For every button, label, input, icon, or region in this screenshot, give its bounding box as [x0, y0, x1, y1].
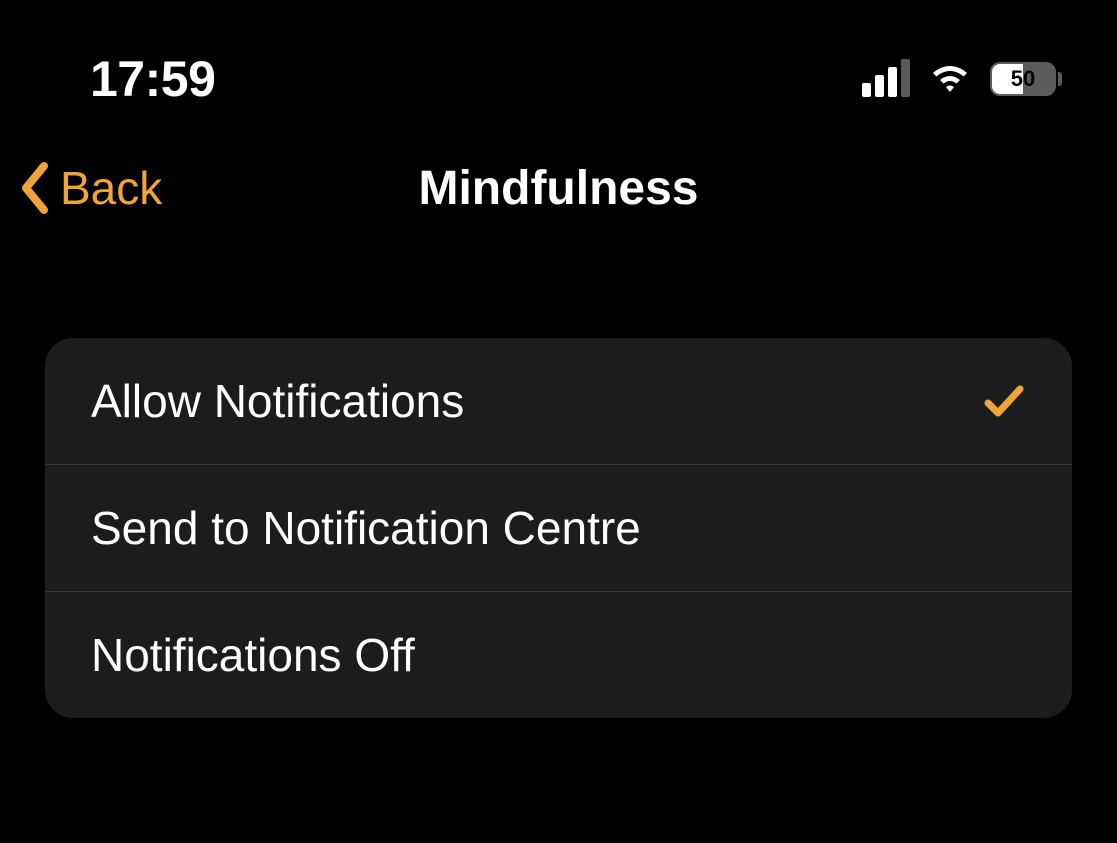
- option-notifications-off[interactable]: Notifications Off: [45, 592, 1072, 718]
- nav-bar: Back Mindfulness: [0, 148, 1117, 258]
- back-label: Back: [60, 161, 162, 215]
- page-title: Mindfulness: [0, 161, 1117, 216]
- notification-options-list: Allow Notifications Send to Notification…: [45, 338, 1072, 718]
- wifi-icon: [928, 62, 972, 96]
- option-label: Allow Notifications: [91, 374, 464, 428]
- checkmark-icon: [982, 379, 1026, 423]
- option-label: Send to Notification Centre: [91, 501, 641, 555]
- status-bar: 17:59 50: [0, 0, 1117, 148]
- battery-icon: 50: [990, 62, 1062, 96]
- option-allow-notifications[interactable]: Allow Notifications: [45, 338, 1072, 465]
- option-label: Notifications Off: [91, 628, 415, 682]
- battery-percent-text: 50: [992, 64, 1054, 94]
- cellular-signal-icon: [862, 61, 910, 97]
- status-indicators: 50: [862, 61, 1062, 97]
- option-send-to-notification-centre[interactable]: Send to Notification Centre: [45, 465, 1072, 592]
- back-button[interactable]: Back: [20, 161, 162, 215]
- status-time: 17:59: [90, 50, 215, 108]
- chevron-left-icon: [20, 162, 50, 214]
